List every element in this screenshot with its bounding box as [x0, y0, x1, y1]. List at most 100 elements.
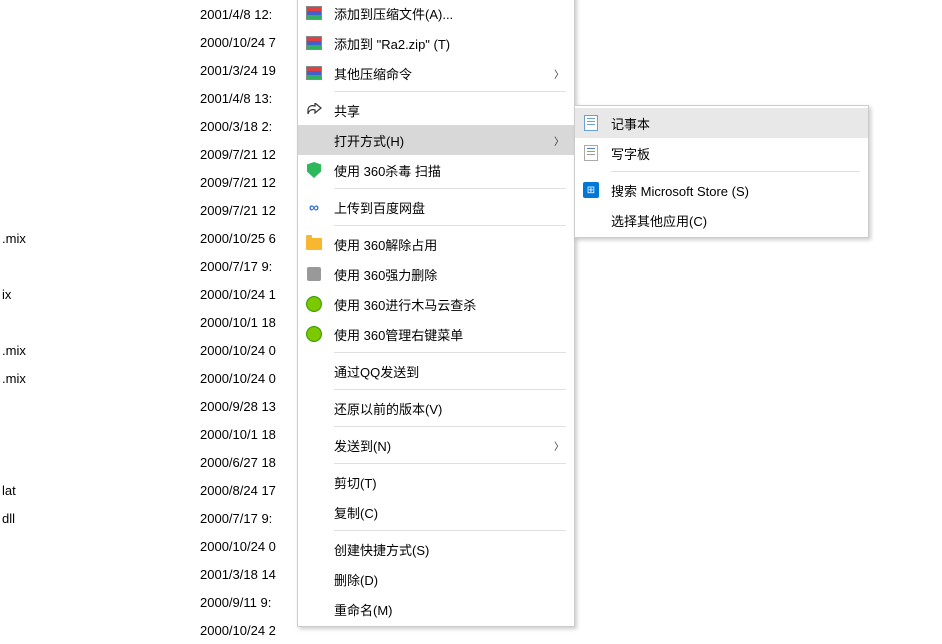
- share-icon: [304, 100, 324, 120]
- menu-item[interactable]: 共享: [298, 95, 574, 125]
- file-row[interactable]: 2009/7/21 12: [0, 168, 300, 196]
- file-row[interactable]: 2000/10/1 18: [0, 420, 300, 448]
- blank-icon: [304, 398, 324, 418]
- menu-item-label: 使用 360管理右键菜单: [334, 325, 566, 344]
- file-row[interactable]: 2001/3/24 19: [0, 56, 300, 84]
- menu-item-label: 通过QQ发送到: [334, 362, 566, 381]
- blank-icon: [581, 210, 601, 230]
- submenu-item-label: 记事本: [611, 114, 860, 133]
- shield-icon: [304, 160, 324, 180]
- file-row[interactable]: 2001/4/8 12:: [0, 0, 300, 28]
- file-row[interactable]: 2001/4/8 13:: [0, 84, 300, 112]
- file-row[interactable]: 2009/7/21 12: [0, 196, 300, 224]
- file-date: 2000/10/1 18: [200, 427, 276, 442]
- file-row[interactable]: 2000/7/17 9:: [0, 252, 300, 280]
- file-row[interactable]: 2000/9/28 13: [0, 392, 300, 420]
- file-name: dll: [0, 511, 60, 526]
- menu-item[interactable]: 使用 360强力删除: [298, 259, 574, 289]
- menu-separator: [334, 91, 566, 92]
- menu-item[interactable]: 使用 360进行木马云查杀: [298, 289, 574, 319]
- wordpad-icon: [581, 143, 601, 163]
- menu-item-label: 发送到(N): [334, 436, 552, 455]
- menu-item[interactable]: 发送到(N)〉: [298, 430, 574, 460]
- menu-item[interactable]: 使用 360杀毒 扫描: [298, 155, 574, 185]
- file-row[interactable]: lat2000/8/24 17: [0, 476, 300, 504]
- file-name: .mix: [0, 343, 60, 358]
- file-row[interactable]: 2001/3/18 14: [0, 560, 300, 588]
- file-row[interactable]: 2000/10/24 0: [0, 532, 300, 560]
- menu-item-label: 其他压缩命令: [334, 64, 552, 83]
- open-with-submenu: 记事本写字板 ⊞ 搜索 Microsoft Store (S) 选择其他应用(C): [574, 105, 869, 238]
- file-date: 2000/10/24 0: [200, 343, 276, 358]
- menu-item-label: 删除(D): [334, 570, 566, 589]
- file-date: 2000/8/24 17: [200, 483, 276, 498]
- menu-separator: [334, 530, 566, 531]
- menu-separator: [334, 426, 566, 427]
- menu-item[interactable]: 重命名(M): [298, 594, 574, 624]
- store-icon: ⊞: [581, 180, 601, 200]
- file-date: 2000/10/24 0: [200, 371, 276, 386]
- blank-icon: [304, 435, 324, 455]
- menu-item[interactable]: 使用 360管理右键菜单: [298, 319, 574, 349]
- file-row[interactable]: 2000/10/24 7: [0, 28, 300, 56]
- menu-item[interactable]: 创建快捷方式(S): [298, 534, 574, 564]
- submenu-item[interactable]: ⊞ 搜索 Microsoft Store (S): [575, 175, 868, 205]
- menu-item[interactable]: 删除(D): [298, 564, 574, 594]
- menu-item[interactable]: 其他压缩命令〉: [298, 58, 574, 88]
- file-row[interactable]: 2000/10/1 18: [0, 308, 300, 336]
- menu-separator: [611, 171, 860, 172]
- menu-item[interactable]: ∞上传到百度网盘: [298, 192, 574, 222]
- file-date: 2000/7/17 9:: [200, 511, 272, 526]
- file-row[interactable]: 2009/7/21 12: [0, 140, 300, 168]
- chevron-right-icon: 〉: [552, 133, 566, 148]
- 360-icon: [304, 294, 324, 314]
- file-row[interactable]: 2000/10/24 2: [0, 616, 300, 644]
- chevron-right-icon: 〉: [552, 438, 566, 453]
- menu-item[interactable]: 使用 360解除占用: [298, 229, 574, 259]
- file-list: 2001/4/8 12:2000/10/24 72001/3/24 192001…: [0, 0, 300, 644]
- menu-separator: [334, 188, 566, 189]
- menu-item-label: 使用 360进行木马云查杀: [334, 295, 566, 314]
- file-row[interactable]: 2000/9/11 9:: [0, 588, 300, 616]
- file-date: 2000/10/24 1: [200, 287, 276, 302]
- submenu-item-label: 写字板: [611, 144, 860, 163]
- menu-item-label: 剪切(T): [334, 473, 566, 492]
- menu-item[interactable]: 添加到 "Ra2.zip" (T): [298, 28, 574, 58]
- menu-item-label: 使用 360杀毒 扫描: [334, 161, 566, 180]
- file-row[interactable]: 2000/3/18 2:: [0, 112, 300, 140]
- menu-separator: [334, 225, 566, 226]
- file-row[interactable]: .mix2000/10/24 0: [0, 364, 300, 392]
- submenu-item[interactable]: 记事本: [575, 108, 868, 138]
- folder-icon: [304, 234, 324, 254]
- menu-item-label: 还原以前的版本(V): [334, 399, 566, 418]
- file-date: 2000/3/18 2:: [200, 119, 272, 134]
- file-date: 2000/9/28 13: [200, 399, 276, 414]
- menu-item[interactable]: 复制(C): [298, 497, 574, 527]
- submenu-item-label: 搜索 Microsoft Store (S): [611, 181, 860, 200]
- menu-item[interactable]: 添加到压缩文件(A)...: [298, 0, 574, 28]
- menu-item[interactable]: 打开方式(H)〉: [298, 125, 574, 155]
- file-name: .mix: [0, 231, 60, 246]
- file-date: 2009/7/21 12: [200, 203, 276, 218]
- menu-item[interactable]: 还原以前的版本(V): [298, 393, 574, 423]
- file-date: 2000/10/1 18: [200, 315, 276, 330]
- submenu-item[interactable]: 写字板: [575, 138, 868, 168]
- notepad-icon: [581, 113, 601, 133]
- menu-item[interactable]: 通过QQ发送到: [298, 356, 574, 386]
- chevron-right-icon: 〉: [552, 66, 566, 81]
- file-date: 2001/4/8 12:: [200, 7, 272, 22]
- file-row[interactable]: .mix2000/10/25 6: [0, 224, 300, 252]
- file-row[interactable]: ix 2000/10/24 1: [0, 280, 300, 308]
- menu-item-label: 打开方式(H): [334, 131, 552, 150]
- file-date: 2000/6/27 18: [200, 455, 276, 470]
- menu-separator: [334, 352, 566, 353]
- menu-item[interactable]: 剪切(T): [298, 467, 574, 497]
- file-name: ix: [0, 287, 60, 302]
- file-row[interactable]: .mix 2000/10/24 0: [0, 336, 300, 364]
- submenu-item[interactable]: 选择其他应用(C): [575, 205, 868, 235]
- menu-item-label: 复制(C): [334, 503, 566, 522]
- file-date: 2000/9/11 9:: [200, 595, 271, 610]
- file-row[interactable]: dll 2000/7/17 9:: [0, 504, 300, 532]
- file-date: 2009/7/21 12: [200, 147, 276, 162]
- file-row[interactable]: 2000/6/27 18: [0, 448, 300, 476]
